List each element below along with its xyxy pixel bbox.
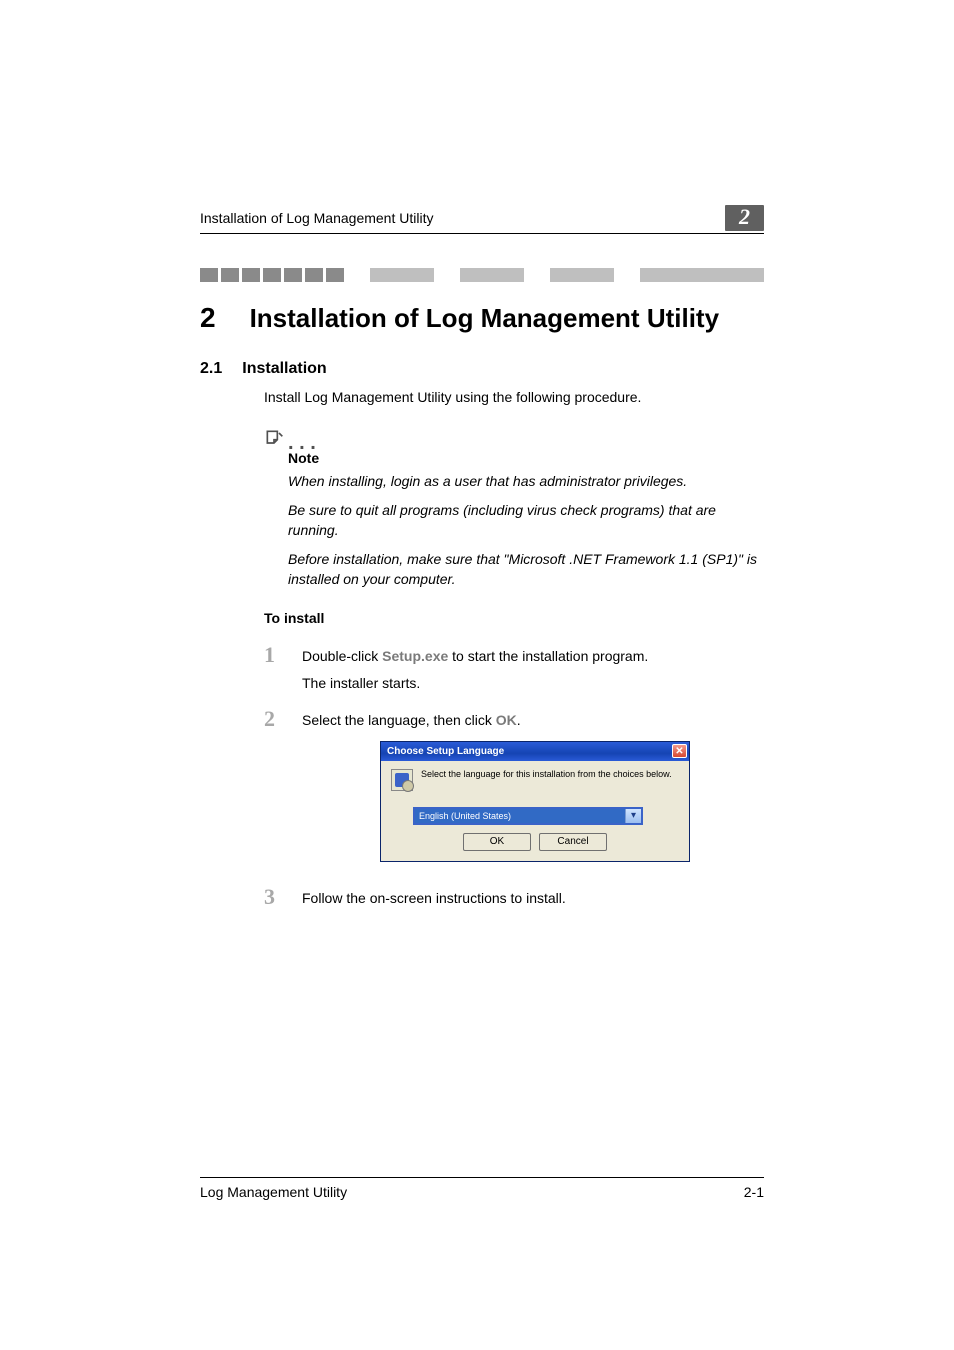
footer-page-number: 2-1	[744, 1184, 764, 1200]
to-install-heading: To install	[264, 610, 764, 626]
h2-title: Installation	[242, 360, 326, 378]
step-1-keyword: Setup.exe	[382, 648, 448, 664]
step-3: 3 Follow the on-screen instructions to i…	[264, 886, 764, 909]
step-1-sub: The installer starts.	[302, 673, 648, 694]
step-2-text-post: .	[517, 712, 521, 728]
step-2: 2 Select the language, then click OK.	[264, 708, 764, 731]
step-2-keyword: OK	[496, 712, 517, 728]
ok-button[interactable]: OK	[463, 833, 531, 851]
language-selected: English (United States)	[415, 809, 625, 823]
dialog-message: Select the language for this installatio…	[421, 769, 672, 780]
step-2-text-pre: Select the language, then click	[302, 712, 496, 728]
h1-title: Installation of Log Management Utility	[250, 303, 719, 334]
language-dropdown[interactable]: English (United States) ▾	[413, 807, 643, 825]
note-ellipsis: . . .	[288, 438, 316, 448]
note-icon	[264, 428, 284, 448]
footer-rule	[200, 1177, 764, 1178]
footer-left: Log Management Utility	[200, 1184, 347, 1200]
step-1-text-post: to start the installation program.	[448, 648, 648, 664]
dialog-screenshot: Choose Setup Language ✕ Select the langu…	[380, 741, 690, 862]
cancel-button[interactable]: Cancel	[539, 833, 607, 851]
step-1: 1 Double-click Setup.exe to start the in…	[264, 644, 764, 694]
installer-icon	[391, 769, 413, 791]
intro-paragraph: Install Log Management Utility using the…	[264, 388, 764, 408]
chevron-down-icon[interactable]: ▾	[625, 809, 641, 823]
note-text-2: Be sure to quit all programs (including …	[288, 501, 764, 540]
note-text-1: When installing, login as a user that ha…	[288, 472, 764, 492]
close-icon[interactable]: ✕	[672, 744, 687, 758]
chapter-badge: 2	[725, 205, 764, 231]
step-2-number: 2	[264, 708, 280, 731]
running-header: Installation of Log Management Utility	[200, 210, 433, 226]
step-3-number: 3	[264, 886, 280, 909]
step-1-text-pre: Double-click	[302, 648, 382, 664]
note-block: . . . Note When installing, login as a u…	[264, 428, 764, 590]
note-heading: Note	[288, 450, 764, 466]
h1-number: 2	[200, 302, 216, 334]
step-3-text: Follow the on-screen instructions to ins…	[302, 886, 566, 909]
decorative-stripe	[200, 268, 764, 282]
header-rule	[200, 233, 764, 234]
note-text-3: Before installation, make sure that "Mic…	[288, 550, 764, 589]
h2-number: 2.1	[200, 360, 222, 378]
step-1-number: 1	[264, 644, 280, 694]
dialog-title: Choose Setup Language	[387, 746, 504, 757]
